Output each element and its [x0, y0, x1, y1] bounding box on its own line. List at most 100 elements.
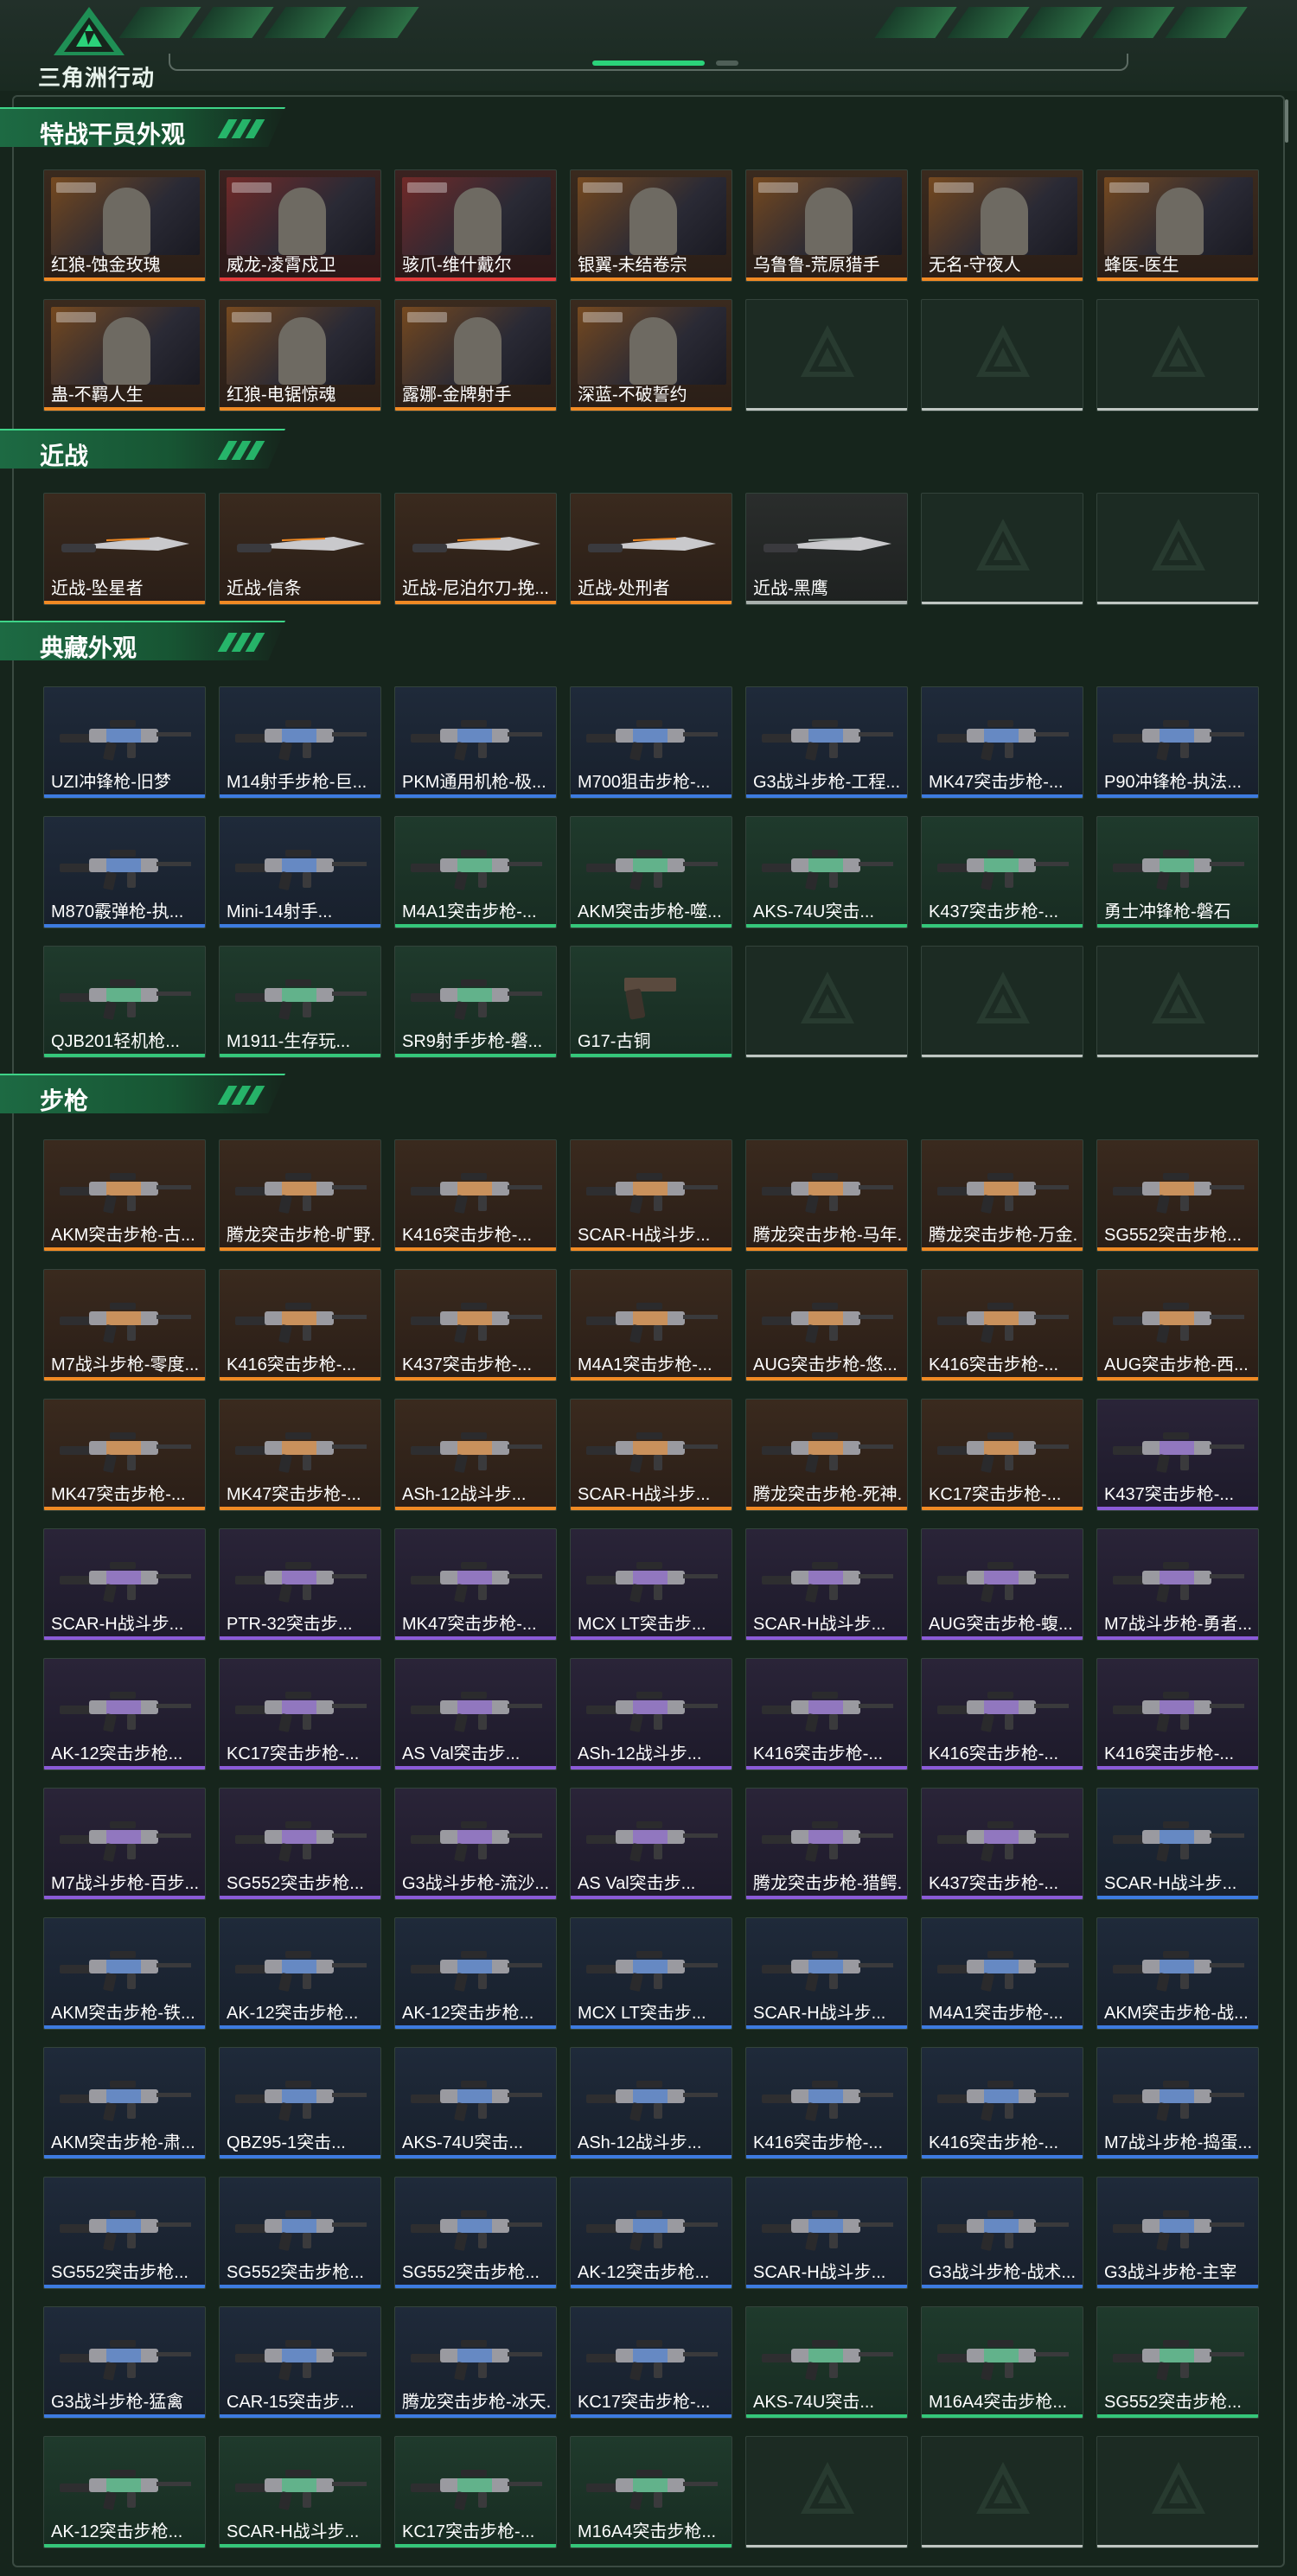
item-card[interactable]: Mini-14射手... — [219, 816, 381, 928]
item-card[interactable]: 腾龙突击步枪-万金... — [921, 1139, 1083, 1252]
item-card[interactable]: SG552突击步枪... — [219, 2177, 381, 2289]
item-card[interactable]: K416突击步枪-... — [921, 1269, 1083, 1381]
item-card[interactable]: M4A1突击步枪-... — [570, 1269, 732, 1381]
item-card[interactable]: AK-12突击步枪... — [219, 1917, 381, 2030]
item-card[interactable]: SG552突击步枪... — [1096, 1139, 1259, 1252]
item-card[interactable]: AUG突击步枪-悠... — [745, 1269, 908, 1381]
item-card[interactable]: SR9射手步枪-磐... — [394, 946, 557, 1058]
item-card[interactable]: SCAR-H战斗步... — [570, 1139, 732, 1252]
item-card[interactable]: K437突击步枪-... — [1096, 1399, 1259, 1511]
item-card[interactable]: M14射手步枪-巨... — [219, 686, 381, 799]
item-card[interactable]: M700狙击步枪-... — [570, 686, 732, 799]
item-card[interactable]: K416突击步枪-... — [745, 2047, 908, 2159]
item-card[interactable]: M7战斗步枪-零度... — [43, 1269, 206, 1381]
item-card[interactable]: AKM突击步枪-战... — [1096, 1917, 1259, 2030]
item-card[interactable]: SG552突击步枪... — [394, 2177, 557, 2289]
item-card[interactable]: AS Val突击步... — [570, 1788, 732, 1900]
item-card[interactable]: M870霰弹枪-执... — [43, 816, 206, 928]
item-card[interactable]: K416突击步枪-... — [394, 1139, 557, 1252]
item-card[interactable]: K416突击步枪-... — [745, 1658, 908, 1770]
item-card[interactable]: M16A4突击步枪... — [921, 2306, 1083, 2419]
item-card[interactable]: AKM突击步枪-古... — [43, 1139, 206, 1252]
item-card[interactable]: G3战斗步枪-战术... — [921, 2177, 1083, 2289]
item-card[interactable]: PKM通用机枪-极... — [394, 686, 557, 799]
item-card[interactable]: SG552突击步枪... — [43, 2177, 206, 2289]
item-card[interactable]: M4A1突击步枪-... — [394, 816, 557, 928]
item-card[interactable]: KC17突击步枪-... — [570, 2306, 732, 2419]
item-card[interactable]: AK-12突击步枪... — [394, 1917, 557, 2030]
item-card[interactable]: AK-12突击步枪... — [570, 2177, 732, 2289]
item-card[interactable]: SCAR-H战斗步... — [1096, 1788, 1259, 1900]
item-card[interactable]: 蛊-不羁人生 — [43, 299, 206, 411]
item-card[interactable]: K416突击步枪-... — [921, 1658, 1083, 1770]
item-card[interactable]: K416突击步枪-... — [219, 1269, 381, 1381]
item-card[interactable]: QBZ95-1突击... — [219, 2047, 381, 2159]
item-card[interactable]: 蜂医-医生 — [1096, 169, 1259, 282]
item-card[interactable]: AUG突击步枪-蝮... — [921, 1528, 1083, 1641]
item-card[interactable]: QJB201轻机枪... — [43, 946, 206, 1058]
item-card[interactable]: KC17突击步枪-... — [219, 1658, 381, 1770]
item-card[interactable]: 近战-信条 — [219, 493, 381, 605]
item-card[interactable]: 腾龙突击步枪-死神... — [745, 1399, 908, 1511]
item-card[interactable]: ASh-12战斗步... — [394, 1399, 557, 1511]
item-card[interactable]: K437突击步枪-... — [921, 1788, 1083, 1900]
item-card[interactable]: AKM突击步枪-噬... — [570, 816, 732, 928]
item-card[interactable]: M4A1突击步枪-... — [921, 1917, 1083, 2030]
item-card[interactable]: 乌鲁鲁-荒原猎手 — [745, 169, 908, 282]
item-card[interactable]: 近战-坠星者 — [43, 493, 206, 605]
item-card[interactable]: M7战斗步枪-勇者... — [1096, 1528, 1259, 1641]
item-card[interactable]: 近战-尼泊尔刀-挽... — [394, 493, 557, 605]
item-card[interactable]: AKS-74U突击... — [745, 816, 908, 928]
item-card[interactable]: MK47突击步枪-... — [921, 686, 1083, 799]
item-card[interactable]: 近战-处刑者 — [570, 493, 732, 605]
item-card[interactable]: G3战斗步枪-主宰 — [1096, 2177, 1259, 2289]
scroll-indicator[interactable] — [1285, 99, 1288, 143]
item-card[interactable]: MCX LT突击步... — [570, 1528, 732, 1641]
item-card[interactable]: AKS-74U突击... — [745, 2306, 908, 2419]
item-card[interactable]: P90冲锋枪-执法... — [1096, 686, 1259, 799]
item-card[interactable]: M7战斗步枪-捣蛋... — [1096, 2047, 1259, 2159]
item-card[interactable]: M16A4突击步枪... — [570, 2436, 732, 2548]
item-card[interactable]: AK-12突击步枪... — [43, 1658, 206, 1770]
item-card[interactable]: K416突击步枪-... — [921, 2047, 1083, 2159]
item-card[interactable]: 腾龙突击步枪-旷野... — [219, 1139, 381, 1252]
item-card[interactable]: SCAR-H战斗步... — [745, 1528, 908, 1641]
item-card[interactable]: 深蓝-不破誓约 — [570, 299, 732, 411]
item-card[interactable]: 近战-黑鹰 — [745, 493, 908, 605]
item-card[interactable]: G3战斗步枪-猛禽 — [43, 2306, 206, 2419]
item-card[interactable]: PTR-32突击步... — [219, 1528, 381, 1641]
item-card[interactable]: 红狼-蚀金玫瑰 — [43, 169, 206, 282]
item-card[interactable]: SCAR-H战斗步... — [43, 1528, 206, 1641]
item-card[interactable]: AUG突击步枪-西... — [1096, 1269, 1259, 1381]
item-card[interactable]: ASh-12战斗步... — [570, 1658, 732, 1770]
item-card[interactable]: CAR-15突击步... — [219, 2306, 381, 2419]
item-card[interactable]: AKM突击步枪-肃... — [43, 2047, 206, 2159]
item-card[interactable]: MK47突击步枪-... — [219, 1399, 381, 1511]
item-card[interactable]: G17-古铜 — [570, 946, 732, 1058]
item-card[interactable]: K437突击步枪-... — [921, 816, 1083, 928]
item-card[interactable]: 红狼-电锯惊魂 — [219, 299, 381, 411]
item-card[interactable]: 银翼-未结卷宗 — [570, 169, 732, 282]
item-card[interactable]: 威龙-凌霄戍卫 — [219, 169, 381, 282]
item-card[interactable]: SG552突击步枪... — [219, 1788, 381, 1900]
item-card[interactable]: 腾龙突击步枪-猎鳄... — [745, 1788, 908, 1900]
item-card[interactable]: AKM突击步枪-铁... — [43, 1917, 206, 2030]
item-card[interactable]: G3战斗步枪-流沙... — [394, 1788, 557, 1900]
item-card[interactable]: KC17突击步枪-... — [394, 2436, 557, 2548]
item-card[interactable]: 勇士冲锋枪-磐石 — [1096, 816, 1259, 928]
item-card[interactable]: KC17突击步枪-... — [921, 1399, 1083, 1511]
item-card[interactable]: M7战斗步枪-百步... — [43, 1788, 206, 1900]
item-card[interactable]: 腾龙突击步枪-冰天... — [394, 2306, 557, 2419]
item-card[interactable]: 骇爪-维什戴尔 — [394, 169, 557, 282]
item-card[interactable]: SCAR-H战斗步... — [219, 2436, 381, 2548]
item-card[interactable]: 露娜-金牌射手 — [394, 299, 557, 411]
item-card[interactable]: AK-12突击步枪... — [43, 2436, 206, 2548]
item-card[interactable]: SCAR-H战斗步... — [745, 1917, 908, 2030]
item-card[interactable]: 腾龙突击步枪-马年... — [745, 1139, 908, 1252]
item-card[interactable]: SCAR-H战斗步... — [570, 1399, 732, 1511]
item-card[interactable]: MCX LT突击步... — [570, 1917, 732, 2030]
item-card[interactable]: MK47突击步枪-... — [43, 1399, 206, 1511]
item-card[interactable]: M1911-生存玩... — [219, 946, 381, 1058]
item-card[interactable]: AKS-74U突击... — [394, 2047, 557, 2159]
item-card[interactable]: AS Val突击步... — [394, 1658, 557, 1770]
